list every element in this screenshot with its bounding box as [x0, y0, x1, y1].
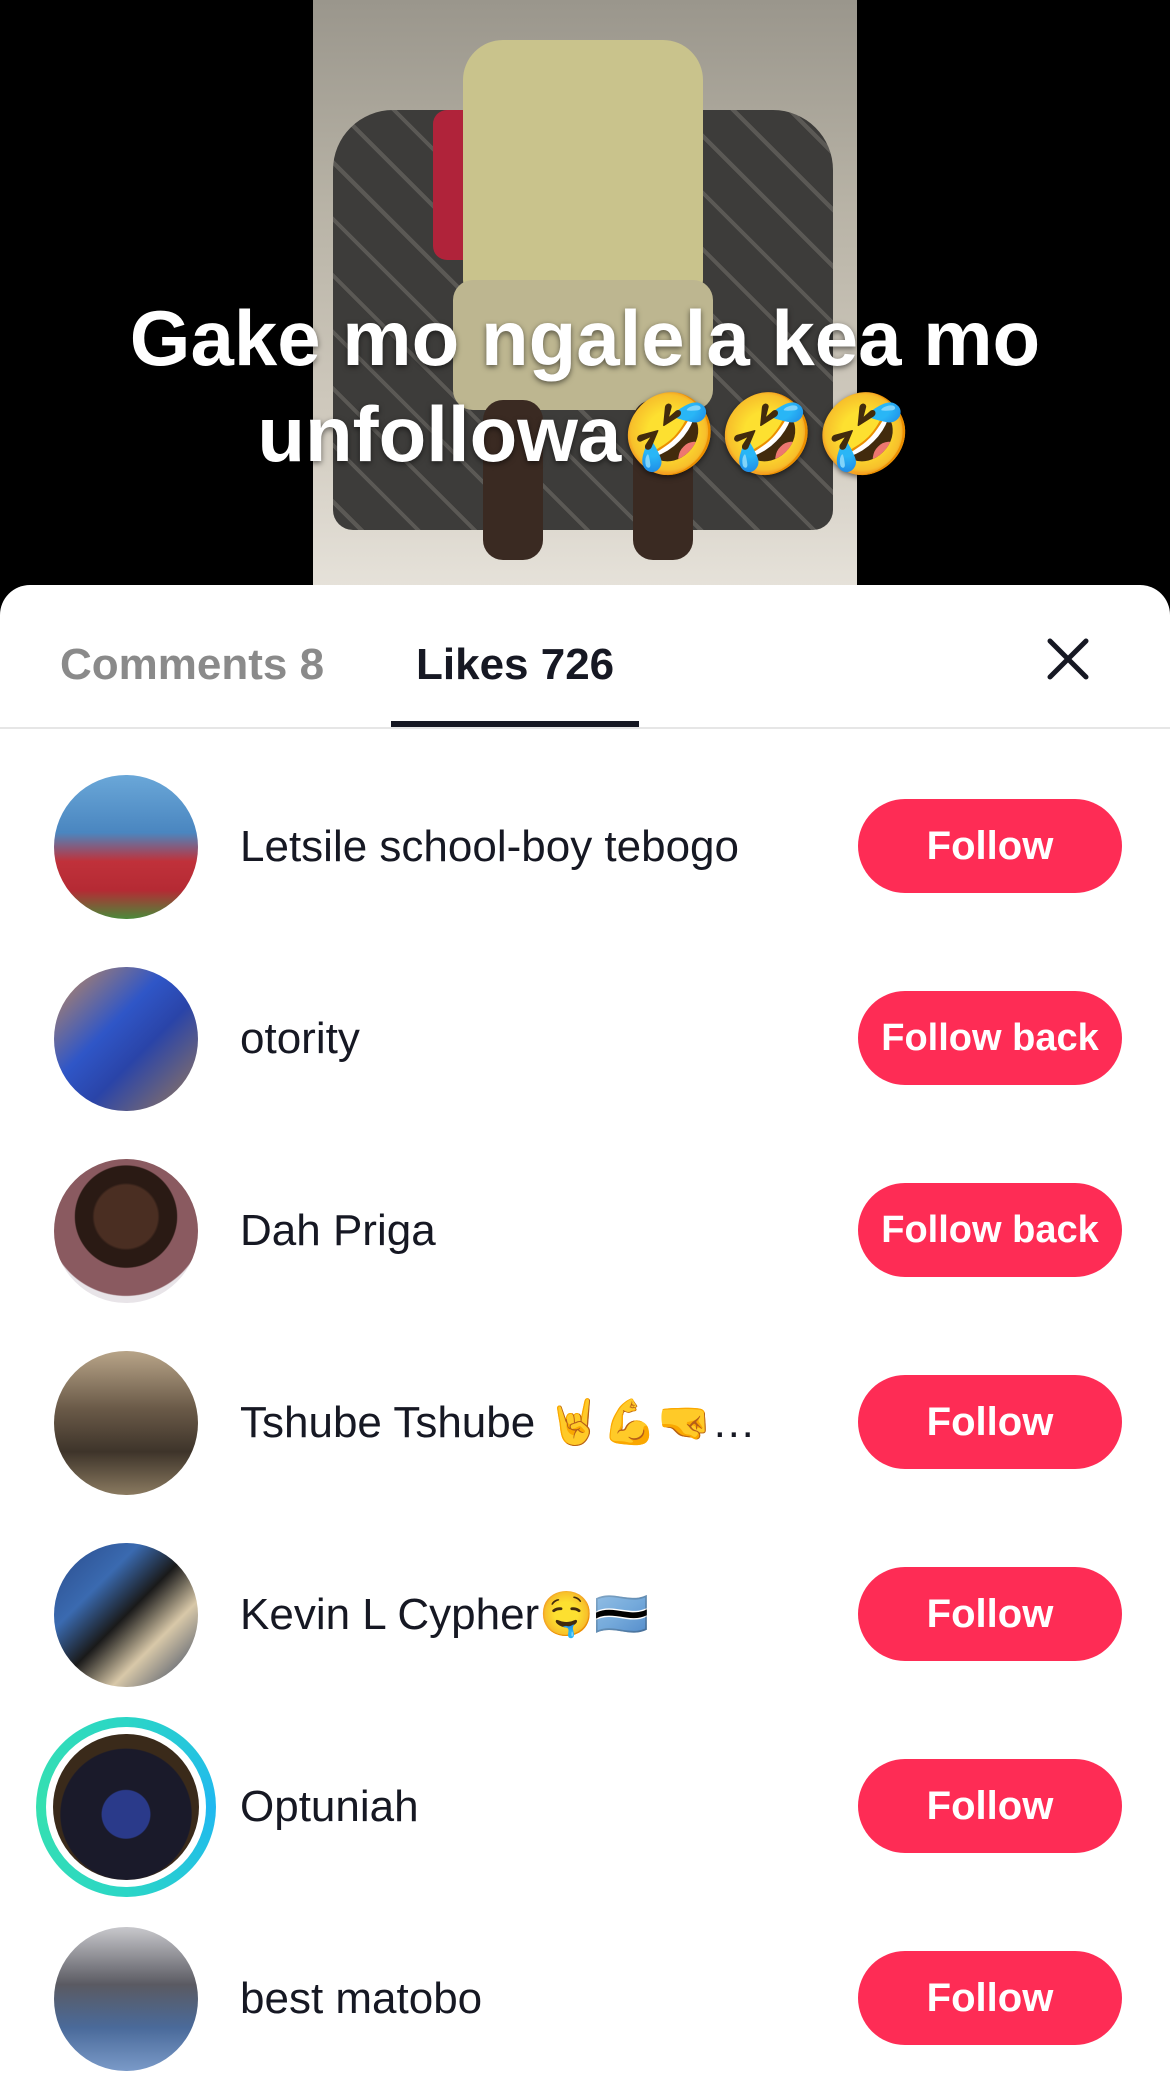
- list-item[interactable]: otority Follow back: [0, 919, 1170, 1111]
- tab-likes[interactable]: Likes 726: [416, 635, 614, 695]
- avatar[interactable]: [54, 775, 198, 919]
- list-item[interactable]: Letsile school-boy tebogo Follow: [0, 727, 1170, 919]
- video-caption: Gake mo ngalela kea mo unfollowa🤣🤣🤣: [129, 294, 1041, 478]
- avatar[interactable]: [54, 1159, 198, 1303]
- user-name[interactable]: Optuniah: [240, 1777, 419, 1837]
- follow-button[interactable]: Follow: [858, 1375, 1122, 1469]
- user-name[interactable]: Tshube Tshube 🤘💪🤜…: [240, 1393, 756, 1453]
- avatar[interactable]: [54, 1927, 198, 2071]
- follow-button[interactable]: Follow: [858, 799, 1122, 893]
- user-name[interactable]: Kevin L Cypher🤤🇧🇼: [240, 1585, 649, 1645]
- list-item[interactable]: best matobo Follow: [0, 1879, 1170, 2071]
- follow-button[interactable]: Follow: [858, 1951, 1122, 2045]
- user-name[interactable]: otority: [240, 1009, 360, 1069]
- follow-button[interactable]: Follow: [858, 1759, 1122, 1853]
- list-item[interactable]: Tshube Tshube 🤘💪🤜… Follow: [0, 1303, 1170, 1495]
- user-name[interactable]: Dah Priga: [240, 1201, 436, 1261]
- tab-comments[interactable]: Comments 8: [60, 635, 324, 695]
- avatar[interactable]: [54, 1351, 198, 1495]
- likes-sheet: Comments 8 Likes 726 Letsile school-boy …: [0, 585, 1170, 2080]
- follow-button[interactable]: Follow: [858, 1567, 1122, 1661]
- video-person-shirt: [463, 40, 703, 300]
- tab-bar: Comments 8 Likes 726: [0, 585, 1170, 729]
- close-icon[interactable]: [1040, 631, 1096, 687]
- list-item[interactable]: Kevin L Cypher🤤🇧🇼 Follow: [0, 1495, 1170, 1687]
- avatar: [53, 1734, 199, 1880]
- follow-back-button[interactable]: Follow back: [858, 1183, 1122, 1277]
- list-item[interactable]: Optuniah Follow: [0, 1687, 1170, 1897]
- list-item[interactable]: Dah Priga Follow back: [0, 1111, 1170, 1303]
- user-name[interactable]: Letsile school-boy tebogo: [240, 817, 739, 877]
- avatar[interactable]: [54, 1543, 198, 1687]
- video-player[interactable]: Gake mo ngalela kea mo unfollowa🤣🤣🤣: [0, 0, 1170, 600]
- avatar-ring-gap: [46, 1727, 206, 1887]
- avatar-story-ring[interactable]: [36, 1717, 216, 1897]
- avatar[interactable]: [54, 967, 198, 1111]
- follow-back-button[interactable]: Follow back: [858, 991, 1122, 1085]
- user-name[interactable]: best matobo: [240, 1969, 482, 2029]
